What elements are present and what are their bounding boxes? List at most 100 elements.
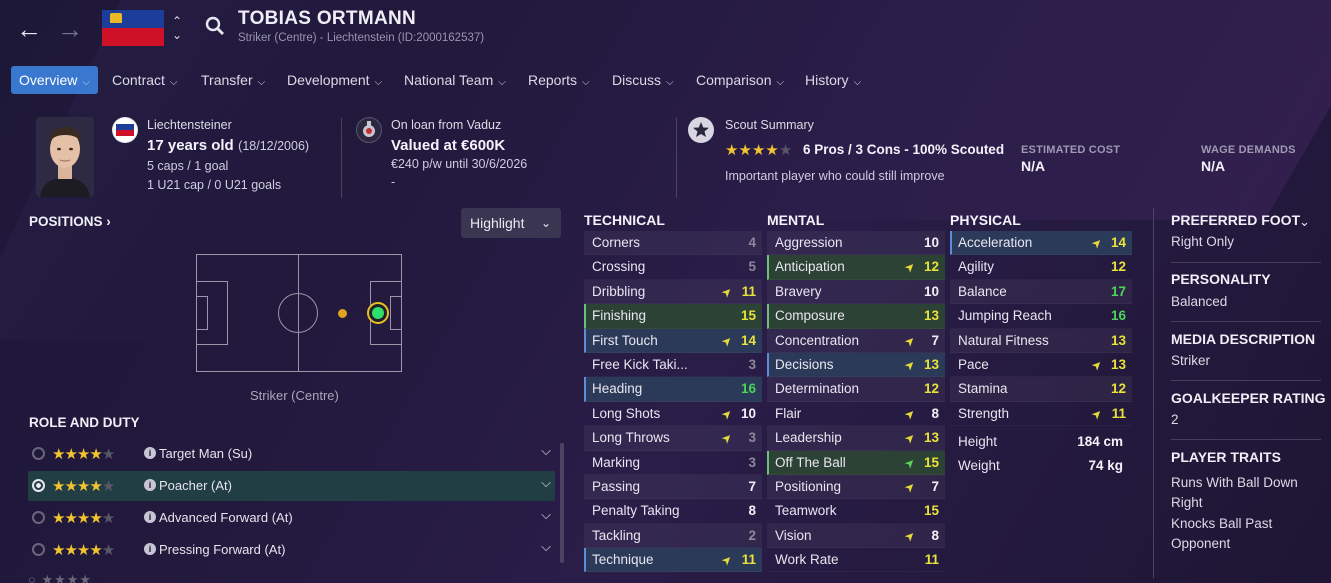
tab-development[interactable]: Development ⌵: [279, 66, 390, 94]
attribute-row[interactable]: Off The Ball ➤ 15: [767, 450, 945, 475]
chevron-down-icon[interactable]: ⌄: [1299, 214, 1310, 230]
attribute-row[interactable]: Pace ➤ 13: [950, 353, 1132, 378]
attribute-row[interactable]: Bravery 10: [767, 279, 945, 305]
highlight-dropdown[interactable]: Highlight ⌄: [461, 208, 561, 238]
attribute-value: 13: [1110, 356, 1126, 372]
height-label: Height: [958, 434, 998, 449]
chevron-down-icon[interactable]: ⌵: [541, 443, 551, 459]
roles-scrollbar[interactable]: [560, 443, 564, 563]
attribute-row[interactable]: Penalty Taking 8: [584, 499, 762, 524]
tab-contract[interactable]: Contract ⌵: [104, 66, 186, 94]
player-switch-arrows[interactable]: ⌃ ⌄: [172, 14, 182, 42]
progression-arrow-icon: ➤: [718, 551, 736, 569]
personality-value: Balanced: [1171, 294, 1228, 309]
attribute-value: 11: [1111, 405, 1126, 421]
radio-button[interactable]: [32, 543, 45, 556]
chevron-down-icon[interactable]: ⌵: [541, 539, 551, 555]
progression-arrow-icon: ➤: [901, 332, 919, 350]
tab-transfer[interactable]: Transfer ⌵: [193, 66, 273, 94]
attribute-row[interactable]: Composure 13: [767, 304, 945, 329]
tab-discuss[interactable]: Discuss ⌵: [604, 66, 682, 94]
attribute-row[interactable]: Technique ➤ 11: [584, 548, 762, 573]
attribute-row[interactable]: Long Shots ➤ 10: [584, 402, 762, 427]
chevron-down-icon: ⌵: [169, 77, 178, 88]
progression-arrow-icon: ➤: [901, 258, 919, 276]
mental-heading: MENTAL: [767, 212, 825, 228]
attribute-name: Composure: [775, 308, 845, 324]
attribute-row[interactable]: Crossing 5: [584, 255, 762, 280]
attribute-row[interactable]: Vision ➤ 8: [767, 523, 945, 549]
attribute-row[interactable]: First Touch ➤ 14: [584, 328, 762, 353]
attribute-row[interactable]: Marking 3: [584, 451, 762, 475]
role-row[interactable]: ★★★★★ i Pressing Forward (At) ⌵: [28, 535, 555, 565]
attribute-name: Heading: [592, 381, 643, 397]
attribute-row[interactable]: Determination 12: [767, 377, 945, 402]
search-icon[interactable]: [205, 16, 225, 41]
radio-button[interactable]: [32, 447, 45, 460]
forward-arrow-icon[interactable]: →: [57, 16, 83, 42]
star-icon: ★: [751, 142, 766, 159]
radio-button[interactable]: [32, 511, 45, 524]
attribute-row[interactable]: Agility 12: [950, 255, 1132, 280]
attribute-row[interactable]: Leadership ➤ 13: [767, 426, 945, 451]
positions-heading[interactable]: POSITIONS ›: [29, 214, 111, 229]
info-icon[interactable]: i: [144, 543, 156, 555]
star-icon: ★: [76, 542, 90, 559]
role-row[interactable]: ★★★★★ i Target Man (Su) ⌵: [28, 439, 555, 469]
star-icon: ★: [52, 542, 65, 559]
attribute-row[interactable]: Tackling 2: [584, 523, 762, 549]
chevron-down-icon[interactable]: ⌵: [541, 475, 551, 491]
attribute-row[interactable]: Acceleration ➤ 14: [950, 231, 1132, 256]
radio-button[interactable]: [32, 479, 45, 492]
attribute-row[interactable]: Aggression 10: [767, 231, 945, 256]
tab-history[interactable]: History ⌵: [797, 66, 869, 94]
attribute-row[interactable]: Heading 16: [584, 377, 762, 402]
attribute-row[interactable]: Flair ➤ 8: [767, 402, 945, 427]
attribute-row[interactable]: Free Kick Taki... 3: [584, 353, 762, 378]
tab-national-team[interactable]: National Team ⌵: [396, 66, 514, 94]
tab-overview[interactable]: Overview ⌵: [11, 66, 98, 94]
attribute-row[interactable]: Anticipation ➤ 12: [767, 255, 945, 280]
attribute-row[interactable]: Work Rate 11: [767, 548, 945, 573]
attribute-value: 14: [1110, 235, 1126, 250]
info-icon[interactable]: i: [144, 479, 156, 491]
attribute-row[interactable]: Passing 7: [584, 474, 762, 500]
date-of-birth: (18/12/2006): [238, 139, 310, 153]
attribute-row[interactable]: Strength ➤ 11: [950, 402, 1132, 427]
info-icon[interactable]: i: [144, 511, 156, 523]
star-icon: ★: [101, 542, 115, 559]
attribute-row[interactable]: Jumping Reach 16: [950, 304, 1132, 329]
attribute-row[interactable]: Dribbling ➤ 11: [584, 279, 762, 305]
attribute-row[interactable]: Stamina 12: [950, 377, 1132, 402]
attribute-name: Acceleration: [958, 235, 1033, 250]
attribute-name: Agility: [958, 259, 995, 275]
role-row[interactable]: ★★★★★ i Advanced Forward (At) ⌵: [28, 503, 555, 533]
attribute-row[interactable]: Corners 4: [584, 231, 762, 256]
attribute-row[interactable]: Natural Fitness 13: [950, 328, 1132, 353]
wage-demands-value: N/A: [1201, 158, 1226, 174]
wage: €240 p/w until 30/6/2026: [391, 157, 528, 171]
star-icon: ★: [76, 446, 90, 463]
attribute-row[interactable]: Balance 17: [950, 279, 1132, 305]
attribute-row[interactable]: Concentration ➤ 7: [767, 328, 945, 353]
tab-reports[interactable]: Reports ⌵: [520, 66, 598, 94]
attribute-value: 12: [923, 381, 939, 397]
chevron-down-icon[interactable]: ⌄: [172, 28, 182, 42]
chevron-up-icon[interactable]: ⌃: [172, 14, 182, 28]
attribute-row[interactable]: Positioning ➤ 7: [767, 474, 945, 500]
attribute-row[interactable]: Teamwork 15: [767, 499, 945, 524]
attribute-row[interactable]: Decisions ➤ 13: [767, 352, 945, 378]
attribute-row[interactable]: Long Throws ➤ 3: [584, 426, 762, 451]
chevron-down-icon[interactable]: ⌵: [541, 507, 551, 523]
player-traits-heading: PLAYER TRAITS: [1171, 449, 1281, 465]
scout-stars: ★★★★★: [725, 141, 792, 159]
height-row: Height 184 cm: [958, 434, 1123, 449]
back-arrow-icon[interactable]: ←: [16, 16, 42, 42]
tab-comparison[interactable]: Comparison ⌵: [688, 66, 792, 94]
role-stars: ★★★★★: [52, 509, 115, 527]
star-icon: ★: [725, 142, 739, 159]
role-row[interactable]: ★★★★★ i Poacher (At) ⌵: [28, 471, 555, 501]
attribute-row[interactable]: Finishing 15: [584, 304, 762, 329]
info-icon[interactable]: i: [144, 447, 156, 459]
attribute-name: Determination: [775, 381, 860, 397]
